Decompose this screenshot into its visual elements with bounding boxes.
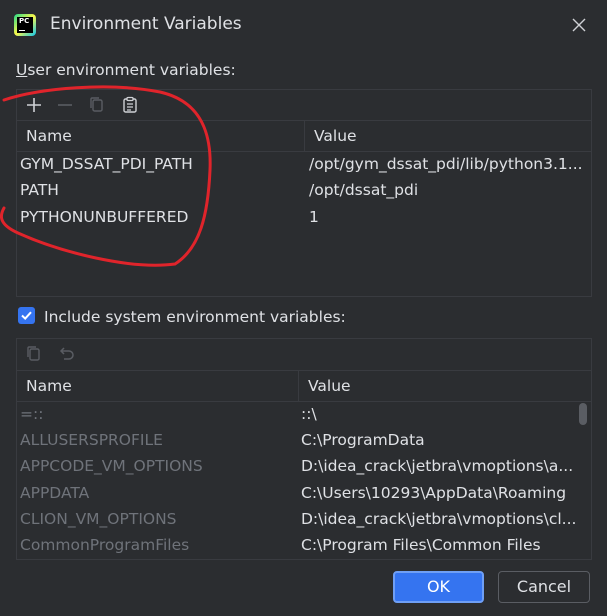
var-name: GYM_DSSAT_PDI_PATH — [20, 155, 193, 173]
var-value: D:\idea_crack\jetbra\vmoptions\cl... — [301, 510, 577, 528]
var-value: 1 — [309, 208, 319, 226]
user-env-toolbar — [17, 90, 591, 120]
column-value[interactable]: Value — [308, 377, 351, 395]
close-icon[interactable] — [569, 15, 589, 35]
var-name: ALLUSERSPROFILE — [20, 431, 163, 449]
var-name: PYTHONUNBUFFERED — [20, 208, 189, 226]
pycharm-icon: PC — [14, 14, 36, 36]
var-value: /opt/gym_dssat_pdi/lib/python3.1... — [309, 155, 583, 173]
var-name: CommonProgramFiles — [20, 536, 190, 554]
var-name: APPCODE_VM_OPTIONS — [20, 457, 203, 475]
reset-icon[interactable] — [56, 344, 76, 364]
user-env-label: User environment variables: — [16, 61, 236, 79]
title-bar: PC Environment Variables — [0, 0, 607, 50]
table-row[interactable]: CLION_VM_OPTIONS D:\idea_crack\jetbra\vm… — [17, 507, 591, 533]
table-row[interactable]: CommonProgramFiles C:\Program Files\Comm… — [17, 533, 591, 559]
var-name: =:: — [20, 405, 44, 423]
var-name: PATH — [20, 181, 59, 199]
include-system-label[interactable]: Include system environment variables: — [44, 308, 346, 326]
table-row[interactable]: GYM_DSSAT_PDI_PATH /opt/gym_dssat_pdi/li… — [17, 152, 591, 178]
add-icon[interactable] — [24, 95, 44, 115]
table-row[interactable]: PATH /opt/dssat_pdi — [17, 178, 591, 204]
column-name[interactable]: Name — [26, 127, 72, 145]
system-env-toolbar — [17, 339, 591, 369]
user-table-header: Name Value — [17, 120, 591, 152]
copy-icon[interactable] — [87, 95, 107, 115]
var-value: D:\idea_crack\jetbra\vmoptions\a... — [301, 457, 574, 475]
table-row[interactable]: ALLUSERSPROFILE C:\ProgramData — [17, 428, 591, 454]
var-value: C:\Users\10293\AppData\Roaming — [301, 484, 567, 502]
paste-icon[interactable] — [120, 95, 140, 115]
var-name: CLION_VM_OPTIONS — [20, 510, 177, 528]
include-system-checkbox[interactable] — [18, 307, 35, 324]
column-value[interactable]: Value — [314, 127, 357, 145]
system-env-table: Name Value =:: ::\ ALLUSERSPROFILE C:\Pr… — [16, 338, 592, 560]
var-value: C:\Program Files\Common Files — [301, 536, 541, 554]
ok-button[interactable]: OK — [393, 571, 484, 603]
table-row[interactable]: =:: ::\ — [17, 402, 591, 428]
dialog-title: Environment Variables — [50, 14, 242, 34]
var-value: C:\ProgramData — [301, 431, 425, 449]
copy-icon[interactable] — [24, 344, 44, 364]
table-row[interactable]: APPCODE_VM_OPTIONS D:\idea_crack\jetbra\… — [17, 454, 591, 480]
user-env-table: Name Value GYM_DSSAT_PDI_PATH /opt/gym_d… — [16, 89, 592, 297]
scrollbar-thumb[interactable] — [579, 403, 587, 425]
column-name[interactable]: Name — [26, 377, 72, 395]
system-table-header: Name Value — [17, 370, 591, 402]
var-name: APPDATA — [20, 484, 90, 502]
cancel-button[interactable]: Cancel — [498, 571, 590, 603]
remove-icon[interactable] — [55, 95, 75, 115]
table-row[interactable]: APPDATA C:\Users\10293\AppData\Roaming — [17, 481, 591, 507]
table-row[interactable]: PYTHONUNBUFFERED 1 — [17, 205, 591, 231]
var-value: /opt/dssat_pdi — [309, 181, 419, 199]
var-value: ::\ — [301, 405, 317, 423]
